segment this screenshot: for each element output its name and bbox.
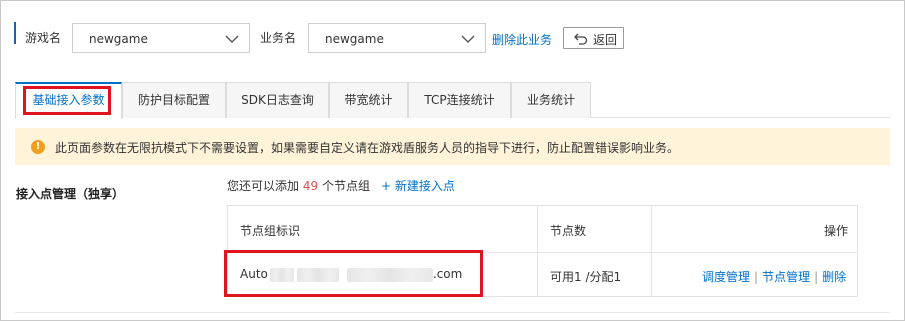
column-header-id: 节点组标识 [240, 224, 301, 238]
chevron-down-icon [225, 35, 239, 43]
undo-arrow-icon [574, 33, 588, 45]
tab-sdk-log[interactable]: SDK日志查询 [226, 82, 329, 118]
access-point-table: 节点组标识 节点数 操作 Auto .com 可用1 /分配1 调度管理 | 节点管理… [227, 205, 858, 297]
section-accent-bar [14, 22, 16, 44]
delete-business-link[interactable]: 删除此业务 [492, 31, 552, 48]
redacted-text [296, 267, 339, 282]
tab-basic-access[interactable]: 基础接入参数 [15, 82, 122, 119]
tab-tcp-connections[interactable]: TCP连接统计 [408, 82, 511, 118]
tab-bandwidth[interactable]: 带宽统计 [329, 82, 408, 118]
tab-protection-target[interactable]: 防护目标配置 [122, 82, 226, 118]
column-divider [651, 206, 652, 296]
hint-prefix: 您还可以添加 [227, 179, 300, 193]
action-separator: | [754, 270, 759, 284]
notice-text: 此页面参数在无限抗模式下不需要设置，如果需要自定义请在游戏盾服务人员的指导下进行… [55, 141, 680, 155]
column-header-actions: 操作 [824, 224, 849, 238]
redacted-text [269, 267, 294, 282]
node-manage-link[interactable]: 节点管理 [762, 270, 810, 284]
back-button-label: 返回 [593, 33, 618, 47]
delete-link[interactable]: 删除 [822, 270, 846, 284]
chevron-down-icon [461, 35, 475, 43]
tab-business-stats[interactable]: 业务统计 [511, 82, 591, 118]
business-select[interactable]: newgame [308, 23, 486, 53]
warning-icon: ! [31, 140, 45, 154]
node-group-id-prefix: Auto [240, 267, 268, 281]
bottom-divider [15, 312, 890, 313]
remaining-count: 49 [302, 179, 319, 193]
section-title: 接入点管理（独享） [16, 187, 125, 201]
hint-suffix: 个节点组 [321, 179, 370, 193]
node-count: 可用1 /分配1 [550, 270, 622, 284]
action-separator: | [814, 270, 819, 284]
table-header [228, 206, 857, 253]
redacted-text [346, 267, 433, 282]
row-actions: 调度管理 | 节点管理 | 删除 [702, 268, 846, 285]
business-select-value: newgame [325, 32, 384, 46]
remaining-hint: 您还可以添加 49 个节点组 [227, 177, 370, 194]
game-name-label: 游戏名 [25, 31, 62, 45]
node-group-id-suffix: .com [432, 267, 463, 281]
back-button[interactable]: 返回 [563, 27, 624, 49]
business-name-label: 业务名 [260, 31, 297, 45]
column-header-nodes: 节点数 [550, 224, 587, 238]
game-select-value: newgame [89, 32, 148, 46]
notice-banner: ! 此页面参数在无限抗模式下不需要设置，如果需要自定义请在游戏盾服务人员的指导下… [15, 128, 890, 165]
game-select[interactable]: newgame [72, 23, 250, 53]
add-access-point-link[interactable]: + 新建接入点 [381, 177, 455, 194]
table-row-id: Auto .com [240, 267, 462, 282]
column-divider [537, 206, 538, 296]
schedule-manage-link[interactable]: 调度管理 [702, 270, 750, 284]
